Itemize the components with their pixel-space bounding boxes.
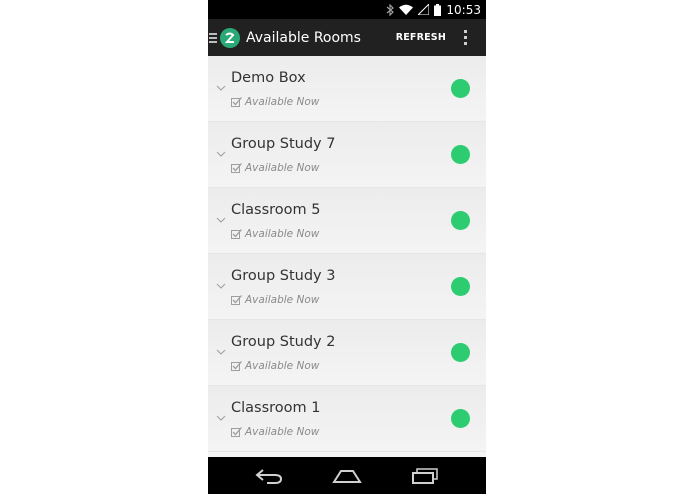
- check-square-icon: [231, 229, 242, 239]
- check-square-icon: [231, 427, 242, 437]
- room-status-text: Available Now: [245, 426, 320, 438]
- room-status: Available Now: [231, 294, 319, 306]
- overflow-menu-icon[interactable]: [464, 30, 468, 45]
- signal-icon: [418, 4, 430, 15]
- bluetooth-icon: [387, 3, 395, 16]
- room-item[interactable]: Classroom 5 Available Now: [208, 188, 486, 254]
- room-status: Available Now: [231, 162, 319, 174]
- app-logo[interactable]: [220, 27, 240, 48]
- room-name: Classroom 1: [231, 400, 321, 416]
- room-status: Available Now: [231, 96, 319, 108]
- room-item[interactable]: Group Study 3 Available Now: [208, 254, 486, 320]
- page-title: Available Rooms: [246, 29, 361, 46]
- check-square-icon: [231, 97, 242, 107]
- availability-indicator: [451, 343, 470, 362]
- availability-indicator: [451, 409, 470, 428]
- chevron-down-icon[interactable]: [216, 282, 226, 290]
- room-status: Available Now: [231, 360, 319, 372]
- navigation-bar: [208, 457, 486, 494]
- room-name: Group Study 3: [231, 268, 336, 284]
- chevron-down-icon[interactable]: [216, 150, 226, 158]
- drawer-icon[interactable]: [209, 32, 217, 43]
- room-status-text: Available Now: [245, 360, 320, 372]
- room-list: Demo Box Available Now Group Study 7 Ava…: [208, 56, 486, 456]
- room-item[interactable]: Group Study 7 Available Now: [208, 122, 486, 188]
- room-status: Available Now: [231, 426, 319, 438]
- room-status-text: Available Now: [245, 96, 320, 108]
- battery-icon: [434, 3, 442, 16]
- chevron-down-icon[interactable]: [216, 216, 226, 224]
- room-item[interactable]: Classroom 1 Available Now: [208, 386, 486, 452]
- status-bar: 10:53: [208, 0, 486, 19]
- refresh-button[interactable]: REFRESH: [396, 32, 446, 43]
- check-square-icon: [231, 361, 242, 371]
- room-status-text: Available Now: [245, 162, 320, 174]
- room-status: Available Now: [231, 228, 319, 240]
- room-name: Classroom 5: [231, 202, 321, 218]
- action-bar: Available Rooms REFRESH: [208, 19, 486, 56]
- room-status-text: Available Now: [245, 228, 320, 240]
- status-time: 10:53: [446, 2, 481, 17]
- chevron-down-icon[interactable]: [216, 84, 226, 92]
- room-name: Group Study 2: [231, 334, 336, 350]
- check-square-icon: [231, 163, 242, 173]
- check-square-icon: [231, 295, 242, 305]
- availability-indicator: [451, 211, 470, 230]
- availability-indicator: [451, 145, 470, 164]
- wifi-icon: [399, 4, 414, 15]
- recents-icon[interactable]: [411, 467, 439, 484]
- availability-indicator: [451, 277, 470, 296]
- logo-mark-icon: [224, 32, 235, 43]
- room-name: Group Study 7: [231, 136, 336, 152]
- back-icon[interactable]: [255, 468, 283, 484]
- room-item[interactable]: Group Study 2 Available Now: [208, 320, 486, 386]
- chevron-down-icon[interactable]: [216, 348, 226, 356]
- phone-screen: 10:53 Available Rooms REFRESH Demo Box A…: [208, 0, 486, 494]
- chevron-down-icon[interactable]: [216, 414, 226, 422]
- home-icon[interactable]: [332, 469, 362, 483]
- room-name: Demo Box: [231, 70, 306, 86]
- availability-indicator: [451, 79, 470, 98]
- room-status-text: Available Now: [245, 294, 320, 306]
- room-item[interactable]: Demo Box Available Now: [208, 56, 486, 122]
